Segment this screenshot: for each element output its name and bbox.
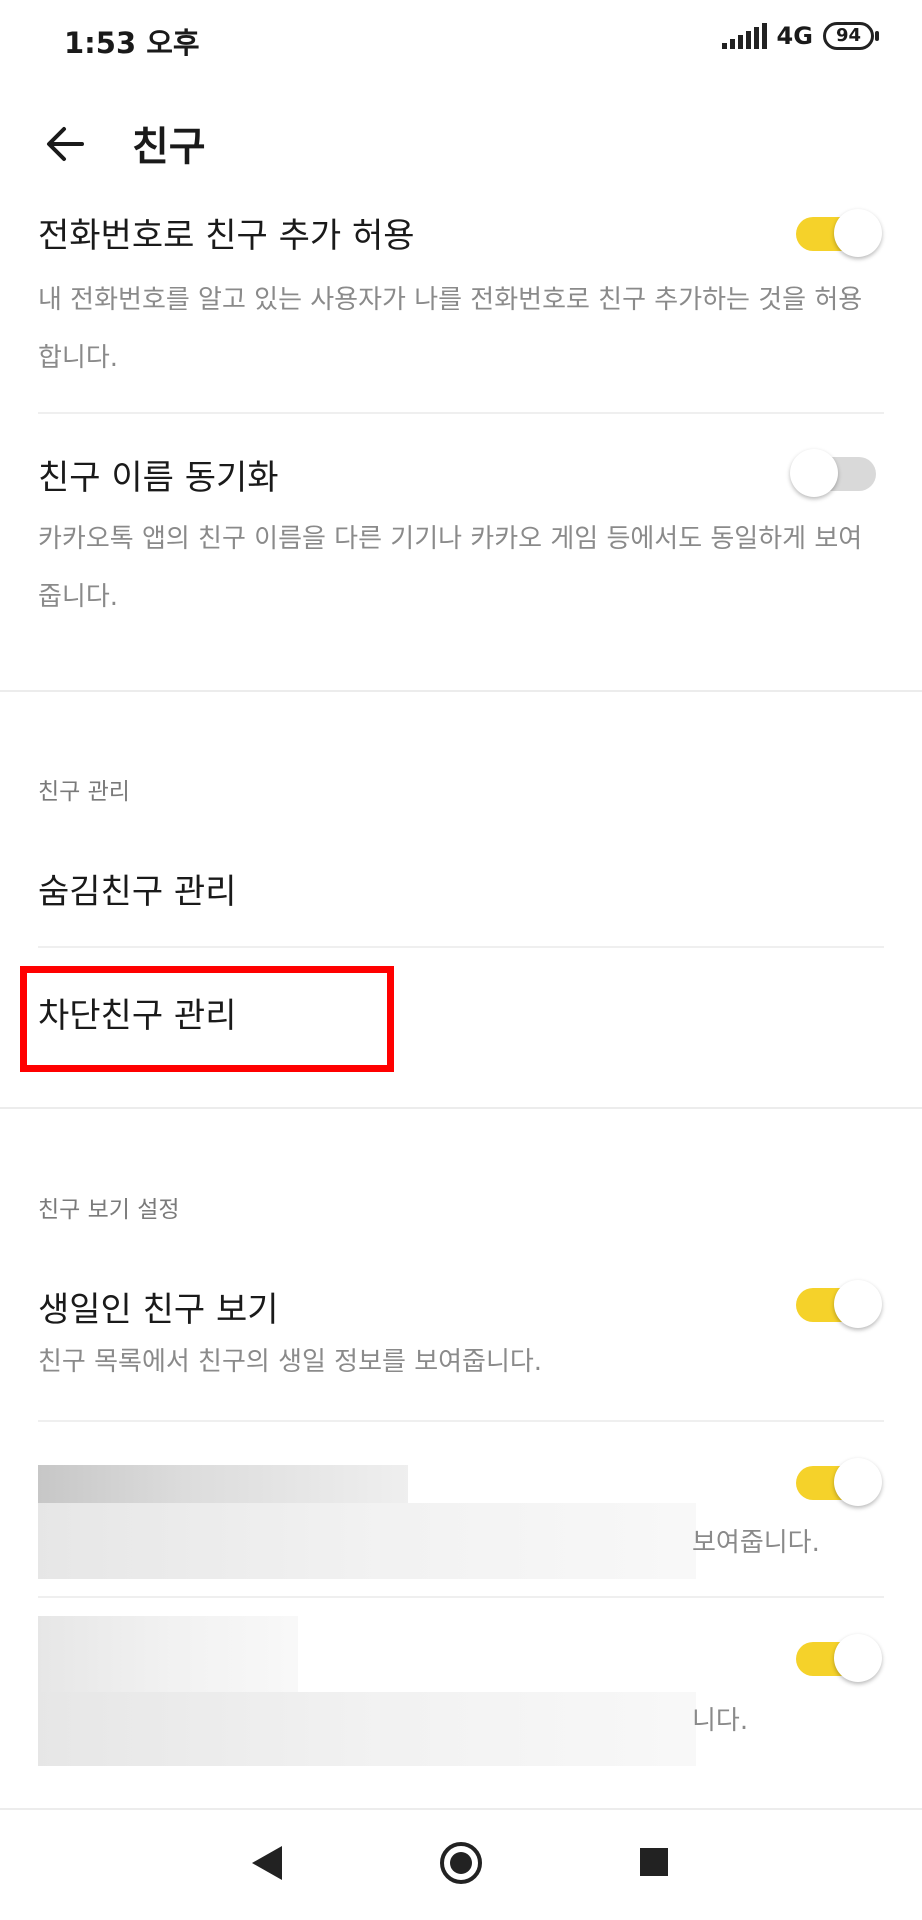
name-sync-description: 카카오톡 앱의 친구 이름을 다른 기기나 카카오 게임 등에서도 동일하게 보…	[38, 524, 863, 612]
redacted-toggle-1[interactable]	[796, 1458, 882, 1506]
nav-recents-icon[interactable]	[640, 1848, 668, 1876]
birthday-toggle[interactable]	[796, 1280, 882, 1328]
section-divider	[0, 1107, 922, 1109]
redacted-description-tail: 보여줍니다.	[692, 1528, 820, 1558]
page-title: 친구	[132, 124, 206, 170]
divider	[38, 946, 884, 948]
highlight-box	[20, 966, 394, 1072]
toggle-knob	[834, 1458, 882, 1506]
toggle-knob	[834, 1634, 882, 1682]
redacted-description	[38, 1503, 696, 1579]
back-arrow-icon[interactable]	[38, 116, 94, 172]
toggle-knob	[790, 449, 838, 497]
nav-home-icon[interactable]	[440, 1842, 482, 1884]
status-icons: 4G 94	[721, 22, 880, 50]
redacted-title	[38, 1616, 298, 1692]
divider	[38, 1420, 884, 1422]
toggle-knob	[834, 209, 882, 257]
redacted-title	[38, 1465, 408, 1503]
toggle-knob	[834, 1280, 882, 1328]
name-sync-title: 친구 이름 동기화	[38, 458, 279, 498]
hidden-friends-item[interactable]: 숨김친구 관리	[38, 864, 237, 913]
battery-icon: 94	[822, 22, 880, 50]
network-type: 4G	[776, 22, 813, 50]
divider	[38, 412, 884, 414]
phone-add-description: 내 전화번호를 알고 있는 사용자가 나를 전화번호로 친구 추가하는 것을 허…	[38, 285, 863, 373]
nav-back-icon[interactable]	[252, 1846, 282, 1880]
redacted-toggle-2[interactable]	[796, 1634, 882, 1682]
status-bar: 1:53 오후 4G 94	[0, 0, 922, 84]
signal-icon	[721, 23, 767, 49]
section-header-friend-management: 친구 관리	[38, 779, 130, 805]
redacted-description-tail: 니다.	[692, 1706, 749, 1736]
birthday-description: 친구 목록에서 친구의 생일 정보를 보여줍니다.	[38, 1347, 543, 1377]
app-bar: 친구	[0, 84, 922, 204]
status-time: 1:53 오후	[64, 26, 200, 60]
divider	[38, 1596, 884, 1598]
phone-add-title: 전화번호로 친구 추가 허용	[38, 216, 415, 256]
name-sync-toggle[interactable]	[790, 449, 876, 497]
section-divider	[0, 690, 922, 692]
phone-add-toggle[interactable]	[796, 209, 882, 257]
section-header-friend-view: 친구 보기 설정	[38, 1197, 180, 1223]
system-nav-bar	[0, 1808, 922, 1920]
birthday-title: 생일인 친구 보기	[38, 1290, 279, 1330]
redacted-description	[38, 1692, 696, 1766]
